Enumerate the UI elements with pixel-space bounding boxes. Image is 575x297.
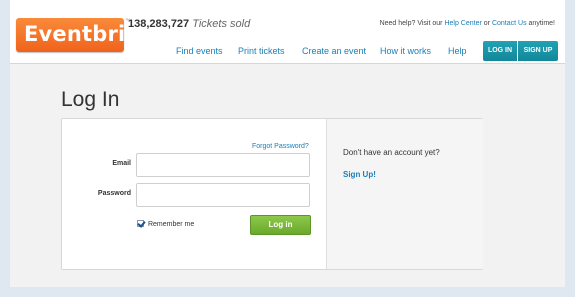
header-signup-button[interactable]: SIGN UP	[518, 41, 558, 61]
eventbrite-logo[interactable]: Eventbrite	[16, 18, 150, 52]
page-frame: Eventbrite ™ 138,283,727 Tickets sold Ne…	[10, 0, 565, 287]
password-label: Password	[97, 190, 131, 197]
signup-pane: Don't have an account yet? Sign Up!	[326, 119, 483, 269]
remember-me-checkbox[interactable]	[137, 220, 144, 227]
nav-print-tickets[interactable]: Print tickets	[238, 46, 285, 56]
header-login-button[interactable]: LOG IN	[483, 41, 517, 61]
login-panel: Forgot Password? Email Password Remember…	[61, 118, 483, 270]
help-suffix: anytime!	[528, 20, 555, 27]
forgot-password-link[interactable]: Forgot Password?	[252, 143, 309, 150]
password-field[interactable]	[136, 183, 310, 207]
email-label: Email	[112, 160, 131, 167]
help-center-link[interactable]: Help Center	[444, 20, 481, 27]
site-header: Eventbrite ™ 138,283,727 Tickets sold Ne…	[10, 0, 565, 64]
page-title: Log In	[61, 88, 120, 111]
signup-link[interactable]: Sign Up!	[343, 170, 376, 179]
tickets-count: 138,283,727	[128, 18, 190, 30]
contact-us-link[interactable]: Contact Us	[492, 20, 527, 27]
help-prefix: Need help? Visit our	[379, 20, 443, 27]
no-account-text: Don't have an account yet?	[343, 148, 440, 157]
nav-create-event[interactable]: Create an event	[302, 46, 366, 56]
help-or: or	[483, 20, 490, 27]
nav-how-it-works[interactable]: How it works	[380, 46, 431, 56]
tickets-sold-label: Tickets sold	[192, 18, 251, 30]
nav-help[interactable]: Help	[448, 46, 467, 56]
email-field[interactable]	[136, 153, 310, 177]
nav-find-events[interactable]: Find events	[176, 46, 223, 56]
help-line: Need help? Visit our Help Center or Cont…	[380, 20, 555, 27]
tickets-sold-counter: 138,283,727 Tickets sold	[128, 18, 250, 30]
remember-me-label: Remember me	[147, 221, 195, 228]
remember-me-row: Remember me	[137, 220, 194, 228]
login-submit-button[interactable]: Log in	[250, 215, 311, 235]
